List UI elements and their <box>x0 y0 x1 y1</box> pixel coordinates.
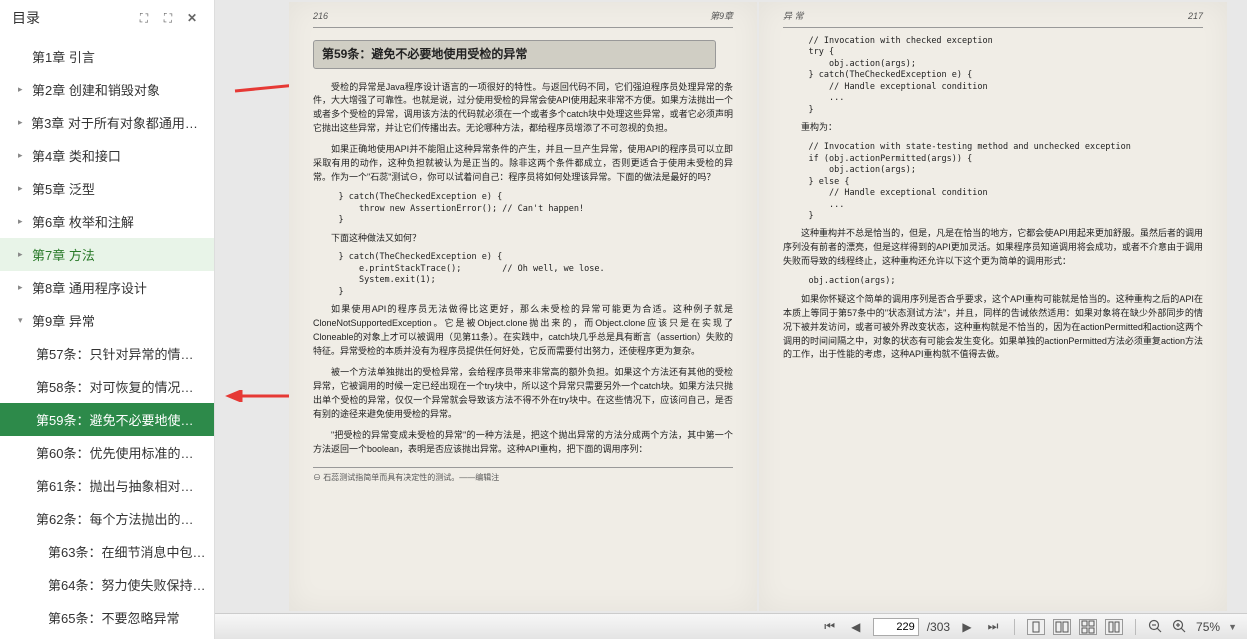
body-text: 下面这种做法又如何？ <box>313 232 733 246</box>
toc-header: 目录 ⛶ ⛶ ✕ <box>0 0 214 36</box>
view-thumb-icon[interactable] <box>1105 619 1123 635</box>
page-number-right: 217 <box>1188 10 1203 24</box>
body-text: 这种重构并不总是恰当的，但是，凡是在恰当的地方，它都会使API用起来更加舒服。虽… <box>783 227 1203 269</box>
document-viewer: 216 第9章 第59条：避免不必要地使用受检的异常 受检的异常是Java程序设… <box>215 0 1247 639</box>
toc-item[interactable]: 第57条：只针对异常的情况才... <box>0 337 214 370</box>
body-text: 如果你怀疑这个简单的调用序列是否合乎要求，这个API重构可能就是恰当的。这种重构… <box>783 293 1203 363</box>
body-text: 重构为： <box>783 121 1203 135</box>
chapter-label-left: 第9章 <box>710 10 733 24</box>
zoom-dropdown-icon[interactable]: ▼ <box>1228 622 1237 632</box>
pages-area: 216 第9章 第59条：避免不必要地使用受检的异常 受检的异常是Java程序设… <box>215 0 1247 613</box>
toc-item[interactable]: ▸ 第7章 方法 <box>0 238 214 271</box>
chevron-right-icon[interactable]: ▸ <box>18 282 28 293</box>
body-text: 受检的异常是Java程序设计语言的一项很好的特性。与返回代码不同，它们强迫程序员… <box>313 81 733 137</box>
view-single-icon[interactable] <box>1027 619 1045 635</box>
toc-item[interactable]: 第65条：不要忽略异常 <box>0 601 214 634</box>
page-number-left: 216 <box>313 10 328 24</box>
zoom-in-icon[interactable] <box>1172 619 1188 635</box>
code-block: // Invocation with checked exception try… <box>809 36 1204 116</box>
toc-item[interactable]: ▸ 第2章 创建和销毁对象 <box>0 73 214 106</box>
toc-title: 目录 <box>12 8 130 28</box>
toc-item-label: 第63条：在细节消息中包含... <box>48 542 206 561</box>
toc-item-label: 第62条：每个方法抛出的异常... <box>36 509 206 528</box>
page-number-input[interactable] <box>873 618 919 636</box>
toc-item-label: 第8章 通用程序设计 <box>32 278 147 297</box>
chevron-right-icon[interactable]: ▸ <box>18 216 28 227</box>
zoom-level-label: 75% <box>1196 620 1220 634</box>
section-title: 第59条：避免不必要地使用受检的异常 <box>313 40 716 69</box>
page-right: 异 常 217 // Invocation with checked excep… <box>759 2 1227 611</box>
toc-item[interactable]: 第58条：对可恢复的情况使用... <box>0 370 214 403</box>
toc-sidebar: 目录 ⛶ ⛶ ✕ 第1章 引言 ▸ 第2章 创建和销毁对象 ▸ 第3章 对于所有对象都通… <box>0 0 215 639</box>
page-total-label: /303 <box>927 620 950 634</box>
chapter-label-right: 异 常 <box>783 10 804 24</box>
toc-item-label: 第6章 枚举和注解 <box>32 212 134 231</box>
toc-item[interactable]: 第60条：优先使用标准的异常 <box>0 436 214 469</box>
code-block: obj.action(args); <box>809 276 1204 287</box>
toc-item-label: 第59条：避免不必要地使用受... <box>36 410 206 429</box>
view-continuous-icon[interactable] <box>1079 619 1097 635</box>
chevron-right-icon[interactable]: ▸ <box>18 249 28 260</box>
last-page-button[interactable]: ⏭ <box>984 618 1002 636</box>
toc-item[interactable]: 第63条：在细节消息中包含... <box>0 535 214 568</box>
footnote: ⊖ 石蕊测试指简单而具有决定性的测试。——编辑注 <box>313 467 733 484</box>
next-page-button[interactable]: ▶ <box>958 618 976 636</box>
toc-item-label: 第61条：抛出与抽象相对应的... <box>36 476 206 495</box>
toc-item-label: 第57条：只针对异常的情况才... <box>36 344 206 363</box>
toc-item[interactable]: 第61条：抛出与抽象相对应的... <box>0 469 214 502</box>
toc-item[interactable]: ▸ 第5章 泛型 <box>0 172 214 205</box>
toc-item-label: 第3章 对于所有对象都通用的方法 <box>31 113 206 132</box>
toc-item-label: 第64条：努力使失败保持原... <box>48 575 206 594</box>
divider <box>1135 619 1136 635</box>
prev-page-button[interactable]: ◀ <box>847 618 865 636</box>
toc-item[interactable]: ▸ 第6章 枚举和注解 <box>0 205 214 238</box>
close-icon[interactable]: ✕ <box>182 8 202 28</box>
chevron-right-icon[interactable]: ▸ <box>18 117 27 128</box>
chevron-right-icon[interactable]: ▸ <box>18 84 28 95</box>
expand-all-icon[interactable]: ⛶ <box>134 8 154 28</box>
toc-item[interactable]: 第1章 引言 <box>0 40 214 73</box>
toc-list: 第1章 引言 ▸ 第2章 创建和销毁对象 ▸ 第3章 对于所有对象都通用的方法 ▸ 第4章 … <box>0 36 214 639</box>
toc-item-label: 第60条：优先使用标准的异常 <box>36 443 206 462</box>
toc-item-label: 第58条：对可恢复的情况使用... <box>36 377 206 396</box>
chevron-right-icon[interactable]: ▸ <box>18 183 28 194</box>
toc-item-label: 第2章 创建和销毁对象 <box>32 80 160 99</box>
toc-item[interactable]: ▸ 第3章 对于所有对象都通用的方法 <box>0 106 214 139</box>
body-text: 被一个方法单独抛出的受检异常，会给程序员带来非常高的额外负担。如果这个方法还有其… <box>313 366 733 422</box>
code-block: } catch(TheCheckedException e) { throw n… <box>339 192 734 226</box>
toc-item[interactable]: ▾第10章 并发 <box>0 634 214 639</box>
toc-item[interactable]: 第64条：努力使失败保持原... <box>0 568 214 601</box>
toc-item[interactable]: ▾ 第9章 异常 <box>0 304 214 337</box>
toc-item[interactable]: ▸ 第4章 类和接口 <box>0 139 214 172</box>
zoom-out-icon[interactable] <box>1148 619 1164 635</box>
divider <box>1014 619 1015 635</box>
chevron-down-icon[interactable]: ▾ <box>18 315 28 326</box>
code-block: } catch(TheCheckedException e) { e.print… <box>339 252 734 298</box>
first-page-button[interactable]: ⏮ <box>821 618 839 636</box>
toc-item-label: 第5章 泛型 <box>32 179 95 198</box>
body-text: 如果正确地使用API并不能阻止这种异常条件的产生，并且一旦产生异常，使用API的… <box>313 143 733 185</box>
toc-item[interactable]: ▸ 第8章 通用程序设计 <box>0 271 214 304</box>
code-block: // Invocation with state-testing method … <box>809 142 1204 222</box>
toc-item-label: 第1章 引言 <box>32 47 95 66</box>
toc-item[interactable]: 第59条：避免不必要地使用受... <box>0 403 214 436</box>
chevron-right-icon[interactable]: ▸ <box>18 150 28 161</box>
toc-item-label: 第7章 方法 <box>32 245 95 264</box>
body-text: 如果使用API的程序员无法做得比这更好，那么未受检的异常可能更为合适。这种例子就… <box>313 303 733 359</box>
toc-item[interactable]: 第62条：每个方法抛出的异常... <box>0 502 214 535</box>
toc-item-label: 第65条：不要忽略异常 <box>48 608 179 627</box>
toc-item-label: 第9章 异常 <box>32 311 95 330</box>
page-left: 216 第9章 第59条：避免不必要地使用受检的异常 受检的异常是Java程序设… <box>289 2 757 611</box>
view-facing-icon[interactable] <box>1053 619 1071 635</box>
body-text: "把受检的异常变成未受检的异常"的一种方法是，把这个抛出异常的方法分成两个方法，… <box>313 429 733 457</box>
bottom-toolbar: ⏮ ◀ /303 ▶ ⏭ 75% ▼ <box>215 613 1247 639</box>
toc-item-label: 第4章 类和接口 <box>32 146 121 165</box>
collapse-all-icon[interactable]: ⛶ <box>158 8 178 28</box>
